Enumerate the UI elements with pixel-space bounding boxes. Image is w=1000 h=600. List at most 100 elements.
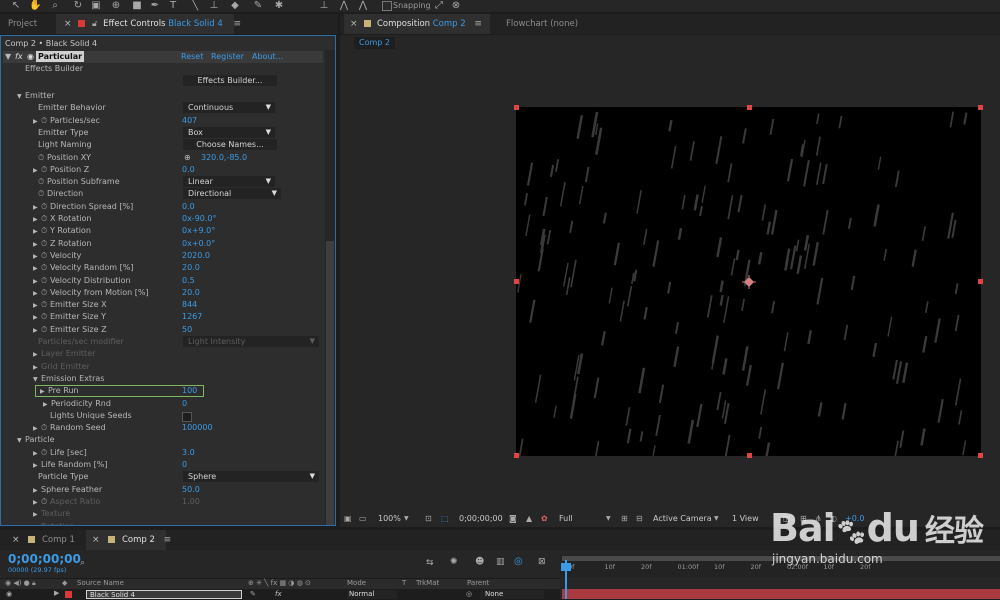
stopwatch-icon[interactable]: ⏱ <box>41 250 50 262</box>
motion-blur-icon[interactable]: ◎ <box>514 556 523 567</box>
lock-icon[interactable]: 🔓︎ <box>92 19 98 29</box>
expand-triangle-icon[interactable]: ▶ <box>33 522 41 526</box>
clone-stamp-tool-icon[interactable]: ⊥ <box>208 0 220 11</box>
expand-triangle-icon[interactable]: ▶ <box>33 448 41 460</box>
video-visibility-icon[interactable]: ◉ <box>6 590 12 598</box>
stopwatch-icon[interactable]: ⏱ <box>41 213 50 225</box>
snap-options-icon[interactable]: ⤢ <box>433 0 445 11</box>
timeline-timecode[interactable]: 0;00;00;00 <box>8 552 81 566</box>
layer-bounding-handle[interactable] <box>978 279 983 284</box>
expand-triangle-icon[interactable]: ▶ <box>33 423 41 435</box>
row-value[interactable]: 844 <box>182 299 197 311</box>
fast-previews-icon[interactable]: ⊞ <box>621 511 628 527</box>
eraser-tool-icon[interactable]: ◆ <box>229 0 241 11</box>
register-link[interactable]: Register <box>211 51 244 63</box>
col-trkmat[interactable]: TrkMat <box>416 578 439 588</box>
panel-menu-icon[interactable]: ≡ <box>474 19 482 29</box>
camera-dropdown-icon[interactable]: ▼ <box>714 511 719 527</box>
expand-triangle-icon[interactable]: ▶ <box>33 300 41 312</box>
stopwatch-icon[interactable]: ⏱ <box>41 164 50 176</box>
col-parent[interactable]: Parent <box>467 578 489 588</box>
comp-mini-flowchart-icon[interactable]: ⇆ <box>426 558 434 568</box>
show-snapshot-icon[interactable]: ▲ <box>526 511 532 527</box>
pan-behind-tool-icon[interactable]: ⊕ <box>110 0 122 11</box>
close-icon[interactable]: × <box>350 19 358 29</box>
layer-bounding-handle[interactable] <box>978 453 983 458</box>
stopwatch-icon[interactable]: ⏱ <box>38 176 47 188</box>
col-t[interactable]: T <box>402 578 406 588</box>
close-icon[interactable]: × <box>64 19 72 29</box>
region-of-interest-icon[interactable]: ⊡ <box>425 511 432 527</box>
camera-select[interactable]: Active Camera <box>653 511 712 527</box>
layer-label-color[interactable] <box>65 591 72 598</box>
expand-triangle-icon[interactable]: ▶ <box>33 276 41 288</box>
scrollbar-thumb[interactable] <box>326 241 334 525</box>
row-value[interactable]: 100000 <box>182 422 213 434</box>
row-dropdown[interactable]: Directional ▼ <box>183 188 281 200</box>
stopwatch-icon[interactable]: ⏱ <box>41 422 50 434</box>
row-value[interactable]: 0.0 <box>182 164 195 176</box>
tab-composition[interactable]: × Composition Comp 2 ≡ <box>344 14 490 34</box>
expand-effect-icon[interactable]: ▼ <box>5 51 11 63</box>
reset-link[interactable]: Reset <box>181 51 203 63</box>
expand-triangle-icon[interactable]: ▶ <box>33 226 41 238</box>
expand-triangle-icon[interactable]: ▶ <box>33 202 41 214</box>
search-icon[interactable]: ⌕ <box>80 558 85 568</box>
current-time-indicator[interactable] <box>565 560 567 599</box>
type-tool-icon[interactable]: T <box>167 0 179 11</box>
row-value[interactable]: 0.0 <box>182 201 195 213</box>
shy-layers-icon[interactable]: ☻ <box>475 557 484 567</box>
expand-triangle-icon[interactable]: ▶ <box>40 386 48 398</box>
stopwatch-icon[interactable]: ⏱ <box>41 238 50 250</box>
row-checkbox[interactable] <box>182 411 192 422</box>
stopwatch-icon[interactable]: ⏱ <box>41 115 50 127</box>
stopwatch-icon[interactable]: ⏱ <box>41 225 50 237</box>
frame-blending-icon[interactable]: ▥ <box>496 557 505 567</box>
pen-tool-icon[interactable]: ✒ <box>149 0 161 11</box>
expand-triangle-icon[interactable]: ▶ <box>33 460 41 472</box>
layer-switch-icon[interactable]: ✎ <box>250 590 256 598</box>
close-icon[interactable]: × <box>12 535 20 545</box>
row-value[interactable]: 0 <box>182 459 187 471</box>
expand-triangle-icon[interactable]: ▶ <box>33 509 41 521</box>
stopwatch-icon[interactable]: ⏱ <box>41 275 50 287</box>
panel-menu-icon[interactable]: ≡ <box>233 19 241 29</box>
graph-editor-icon[interactable]: ⊠ <box>538 557 546 567</box>
expand-triangle-icon[interactable]: ▶ <box>33 165 41 177</box>
stopwatch-icon[interactable]: ⏱ <box>41 447 50 459</box>
row-value[interactable]: 0x-90.0° <box>182 213 217 225</box>
parent-pickwhip-icon[interactable]: ◎ <box>466 590 472 598</box>
tab-flowchart[interactable]: Flowchart (none) <box>506 14 578 34</box>
snap-feather-icon[interactable]: ⊗ <box>450 0 462 11</box>
row-value[interactable]: 0.5 <box>182 275 195 287</box>
row-value[interactable]: 3.0 <box>182 447 195 459</box>
stopwatch-icon[interactable]: ⏱ <box>41 201 50 213</box>
position-value[interactable]: 320.0,-85.0 <box>201 152 247 164</box>
row-value[interactable]: 0x+0.0° <box>182 238 215 250</box>
stopwatch-icon[interactable]: ⏱ <box>38 188 47 200</box>
expand-triangle-icon[interactable]: ▶ <box>33 497 41 509</box>
expand-triangle-icon[interactable]: ▶ <box>33 263 41 275</box>
about-link[interactable]: About... <box>252 51 283 63</box>
transparency-grid-icon[interactable]: ⬚ <box>441 511 449 527</box>
row-value[interactable]: 1267 <box>182 311 202 323</box>
world-axis-icon[interactable]: ⋀ <box>338 0 350 11</box>
tab-comp1[interactable]: × Comp 1 <box>10 530 75 550</box>
tab-project[interactable]: Project <box>8 14 37 34</box>
stopwatch-icon[interactable]: ⏱ <box>41 311 50 323</box>
close-icon[interactable]: × <box>92 535 100 545</box>
effect-options-icon[interactable]: ◉ <box>27 51 34 63</box>
monitor-icon[interactable]: ▭ <box>359 511 367 527</box>
layer-mode-select[interactable]: Normal <box>347 590 397 599</box>
layer-bounding-handle[interactable] <box>514 453 519 458</box>
composition-viewer[interactable] <box>516 107 981 456</box>
expand-triangle-icon[interactable]: ▶ <box>33 288 41 300</box>
stopwatch-icon[interactable]: ⏱ <box>41 496 50 508</box>
snapshot-icon[interactable]: ◙ <box>509 511 517 527</box>
stopwatch-icon[interactable]: ⏱ <box>41 287 50 299</box>
stopwatch-icon[interactable]: ⏱ <box>41 262 50 274</box>
expand-triangle-icon[interactable]: ▶ <box>43 399 51 411</box>
layer-parent-select[interactable]: None <box>480 590 544 599</box>
collapse-triangle-icon[interactable]: ▼ <box>17 91 25 103</box>
stopwatch-icon[interactable]: ⏱ <box>41 299 50 311</box>
